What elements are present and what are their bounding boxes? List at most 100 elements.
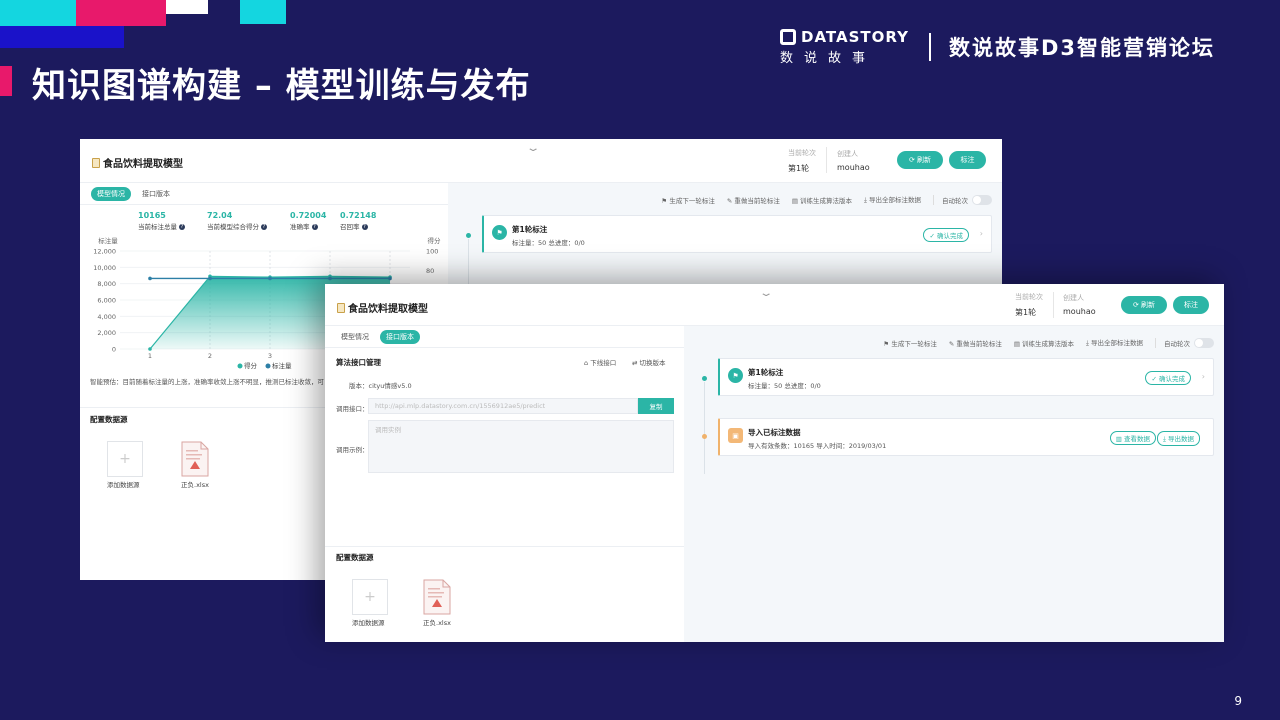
y-tick-label: 12,000 bbox=[93, 248, 116, 256]
round-toolbar: ⚑ 生成下一轮标注 ✎ 重做当前轮标注 ▤ 训练生成算法版本 ⤓ 导出全部标注数… bbox=[649, 194, 992, 205]
confirm-complete-button[interactable]: ✓ 确认完成 bbox=[1145, 371, 1191, 385]
creator-label: 创建人 bbox=[837, 150, 858, 158]
meta-divider bbox=[1053, 292, 1054, 318]
api-section-title: 算法接口管理 bbox=[336, 358, 381, 367]
timeline-dot bbox=[702, 434, 707, 439]
toolbar-next-round[interactable]: ⚑ 生成下一轮标注 bbox=[661, 195, 714, 205]
toolbar-next-round[interactable]: ⚑ 生成下一轮标注 bbox=[883, 338, 936, 348]
tab-api-version[interactable]: 接口版本 bbox=[380, 330, 420, 344]
timeline-dot bbox=[702, 376, 707, 381]
call-api-input[interactable]: http://api.mlp.datastory.com.cn/1556912a… bbox=[368, 398, 638, 414]
tab-model-status[interactable]: 模型情况 bbox=[335, 330, 375, 344]
round-card[interactable]: ⚑ 第1轮标注 标注量：50 总进度：0/0 ✓ 确认完成 › bbox=[482, 215, 992, 253]
document-icon bbox=[92, 157, 100, 168]
copy-button[interactable]: 复制 bbox=[638, 398, 674, 414]
xlsx-file-icon[interactable] bbox=[423, 579, 451, 615]
help-icon[interactable]: ? bbox=[311, 224, 318, 230]
chevron-down-icon[interactable]: ⌄ bbox=[526, 143, 541, 154]
window-header: 食品饮料提取模型 ⌄ 当前轮次 第1轮 创建人 mouhao ⟳ 刷新 标注 bbox=[80, 139, 1002, 183]
refresh-button[interactable]: ⟳ 刷新 bbox=[1121, 296, 1167, 314]
timeline-dot bbox=[466, 233, 471, 238]
file-name: 正负.xlsx bbox=[423, 619, 451, 627]
help-icon[interactable]: ? bbox=[361, 224, 368, 230]
legend-marker bbox=[265, 363, 271, 369]
flag-icon: ⚑ bbox=[728, 368, 743, 383]
toolbar-export-all[interactable]: ⤓ 导出全部标注数据 bbox=[1086, 337, 1143, 348]
call-api-label: 调用接口： bbox=[336, 405, 369, 413]
y-tick-label: 2,000 bbox=[97, 329, 116, 337]
toolbar-export-all[interactable]: ⤓ 导出全部标注数据 bbox=[864, 194, 921, 205]
tab-api-version[interactable]: 接口版本 bbox=[136, 187, 176, 201]
logo-square-icon bbox=[780, 29, 796, 45]
data-point bbox=[388, 276, 392, 281]
data-point bbox=[148, 276, 152, 281]
call-example-textarea[interactable]: 调用实例 bbox=[368, 420, 674, 473]
window-header: 食品饮料提取模型 ⌄ 当前轮次 第1轮 创建人 mouhao ⟳ 刷新 标注 bbox=[325, 284, 1224, 326]
view-data-button[interactable]: ▥ 查看数据 bbox=[1109, 431, 1156, 445]
data-point bbox=[268, 276, 272, 281]
auto-round-label: 自动轮次 bbox=[933, 194, 968, 205]
document-icon bbox=[337, 302, 345, 313]
deco-bar-cyan bbox=[0, 0, 76, 26]
confirm-complete-button[interactable]: ✓ 确认完成 bbox=[923, 228, 969, 242]
x-tick-label: 2 bbox=[208, 352, 212, 360]
round-label: 当前轮次 bbox=[788, 149, 816, 157]
smart-estimate-note: 智能预估：目前随着标注量的上涨，准确率收敛上涨不明显，推测已标注收敛，可 bbox=[90, 378, 324, 386]
x-tick-label: 3 bbox=[268, 352, 272, 360]
export-data-button[interactable]: ⤓ 导出数据 bbox=[1157, 431, 1200, 446]
toolbar-train-version[interactable]: ▤ 训练生成算法版本 bbox=[792, 195, 852, 205]
round-label: 当前轮次 bbox=[1015, 293, 1043, 301]
datasource-title: 配置数据源 bbox=[90, 415, 128, 424]
y-tick-label: 8,000 bbox=[97, 280, 116, 288]
stat-precision-value: 0.72004 bbox=[290, 211, 327, 220]
data-point bbox=[148, 347, 152, 351]
creator-value: mouhao bbox=[1063, 307, 1096, 316]
section-divider bbox=[325, 546, 684, 547]
auto-round-label: 自动轮次 bbox=[1155, 337, 1190, 348]
title-accent bbox=[0, 66, 12, 96]
refresh-button[interactable]: ⟳ 刷新 bbox=[897, 151, 943, 169]
help-icon[interactable]: ? bbox=[261, 224, 267, 230]
add-datasource-button[interactable]: + bbox=[107, 441, 143, 477]
chevron-right-icon[interactable]: › bbox=[980, 229, 983, 238]
auto-round-toggle[interactable] bbox=[972, 194, 992, 205]
toolbar-redo-round[interactable]: ✎ 重做当前轮标注 bbox=[727, 195, 780, 205]
toolbar-train-version[interactable]: ▤ 训练生成算法版本 bbox=[1014, 338, 1074, 348]
y-tick-label: 0 bbox=[112, 346, 116, 354]
tab-model-status[interactable]: 模型情况 bbox=[91, 187, 131, 201]
page-number: 9 bbox=[1234, 694, 1242, 708]
deco-bar-blue bbox=[0, 26, 124, 48]
file-name: 正负.xlsx bbox=[181, 481, 209, 489]
stat-precision-label: 准确率? bbox=[290, 223, 318, 231]
toolbar-redo-round[interactable]: ✎ 重做当前轮标注 bbox=[949, 338, 1002, 348]
data-point bbox=[208, 276, 212, 281]
round-value: 第1轮 bbox=[788, 164, 810, 173]
offline-api-button[interactable]: ⌂ 下线接口 bbox=[584, 357, 616, 367]
tab-divider bbox=[80, 204, 448, 205]
auto-round-toggle[interactable] bbox=[1194, 337, 1214, 348]
round-toolbar: ⚑ 生成下一轮标注 ✎ 重做当前轮标注 ▤ 训练生成算法版本 ⤓ 导出全部标注数… bbox=[871, 337, 1214, 348]
stat-total-value: 10165 bbox=[138, 211, 166, 220]
y-tick-label: 4,000 bbox=[97, 313, 116, 321]
round-card[interactable]: ⚑ 第1轮标注 标注量：50 总进度：0/0 ✓ 确认完成 › bbox=[718, 358, 1214, 396]
add-datasource-button[interactable]: + bbox=[352, 579, 388, 615]
call-example-label: 调用示例： bbox=[336, 446, 369, 454]
stat-score-label: 当前模型综合得分? bbox=[207, 223, 267, 231]
deco-bar-pink bbox=[76, 0, 166, 26]
deco-bar-white bbox=[166, 0, 208, 14]
label-button[interactable]: 标注 bbox=[949, 151, 986, 169]
y-tick-label: 6,000 bbox=[97, 297, 116, 305]
label-button[interactable]: 标注 bbox=[1173, 296, 1209, 314]
switch-version-button[interactable]: ⇄ 切换版本 bbox=[632, 357, 666, 367]
help-icon[interactable]: ? bbox=[179, 224, 185, 230]
meta-divider bbox=[826, 147, 827, 173]
tab-divider bbox=[325, 347, 684, 348]
y2-axis-label: 得分 bbox=[428, 236, 442, 245]
xlsx-file-icon[interactable] bbox=[181, 441, 209, 477]
version-row: 版本：cityu情感v5.0 bbox=[349, 382, 412, 390]
chevron-down-icon[interactable]: ⌄ bbox=[759, 288, 774, 299]
legend-label: 标注量 bbox=[272, 361, 292, 370]
chevron-right-icon[interactable]: › bbox=[1202, 372, 1205, 381]
import-card[interactable]: ▣ 导入已标注数据 导入有效条数：10165 导入时间：2019/03/01 ▥… bbox=[718, 418, 1214, 456]
y2-tick-label: 100 bbox=[426, 248, 438, 256]
